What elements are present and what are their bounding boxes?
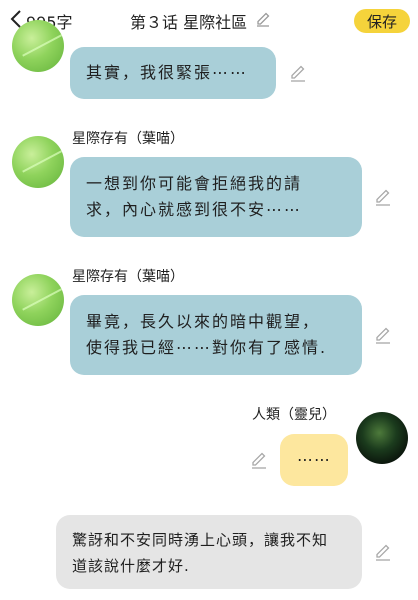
- message-line: 一想到你可能會拒絕我的請: [86, 174, 303, 193]
- message-line: 使得我已經⋯⋯對你有了感情.: [86, 338, 328, 357]
- message-line: 驚訝和不安同時湧上心頭，讓我不知: [72, 531, 329, 549]
- save-button[interactable]: 保存: [354, 9, 410, 33]
- message-bubble[interactable]: 其實，我很緊張⋯⋯: [70, 47, 276, 99]
- edit-message-icon[interactable]: [374, 326, 392, 344]
- edit-title-icon[interactable]: [255, 11, 271, 31]
- message-text: 其實，我很緊張⋯⋯: [86, 63, 249, 82]
- narration-bubble[interactable]: 驚訝和不安同時湧上心頭，讓我不知 道該說什麼才好.: [56, 515, 362, 589]
- message-bubble[interactable]: 一想到你可能會拒絕我的請 求，內心就感到很不安⋯⋯: [70, 157, 362, 237]
- edit-message-icon[interactable]: [250, 451, 268, 469]
- chapter-title-text: 第３话 星際社區: [130, 13, 248, 32]
- message-line: 道該說什麼才好.: [72, 557, 190, 575]
- edit-message-icon[interactable]: [289, 64, 307, 82]
- edit-message-icon[interactable]: [374, 188, 392, 206]
- sender-name: 星際存有（葉喵）: [72, 269, 184, 285]
- sender-name: 星際存有（葉喵）: [72, 131, 184, 147]
- message-bubble[interactable]: 畢竟，長久以來的暗中觀望， 使得我已經⋯⋯對你有了感情.: [70, 295, 362, 375]
- message-bubble[interactable]: ⋯⋯: [280, 434, 348, 486]
- human-avatar[interactable]: [356, 412, 408, 464]
- sender-name: 人類（靈兒）: [252, 407, 336, 423]
- alien-avatar[interactable]: [12, 20, 64, 72]
- message-line: 畢竟，長久以來的暗中觀望，: [86, 312, 321, 331]
- edit-message-icon[interactable]: [374, 543, 392, 561]
- message-line: 求，內心就感到很不安⋯⋯: [86, 200, 303, 219]
- message-text: ⋯⋯: [297, 450, 331, 469]
- chapter-title[interactable]: 第３话 星際社區: [130, 8, 271, 34]
- alien-avatar[interactable]: [12, 136, 64, 188]
- alien-avatar[interactable]: [12, 274, 64, 326]
- top-bar: 995字 第３话 星際社區 保存: [0, 0, 418, 42]
